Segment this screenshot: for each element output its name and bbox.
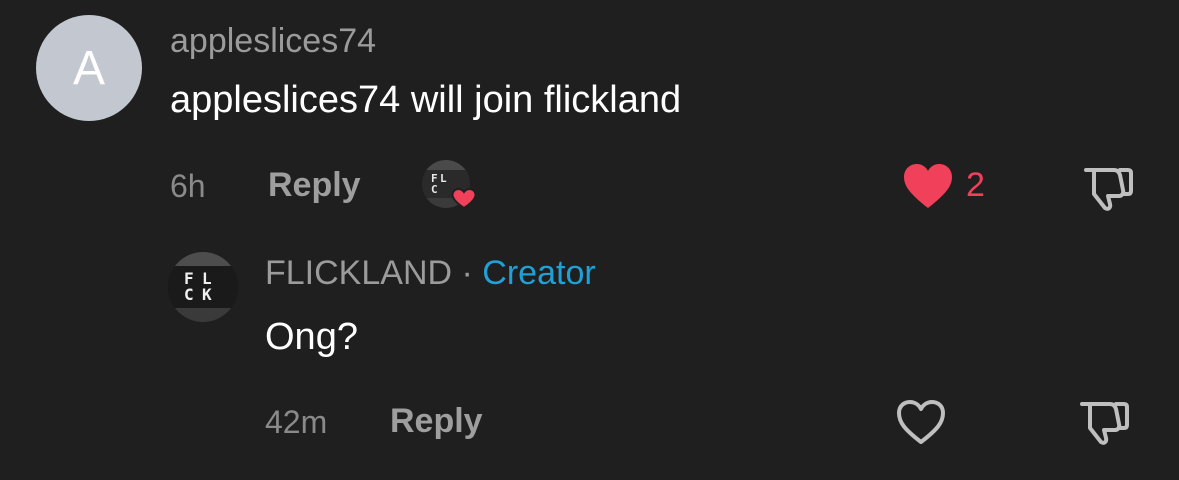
reply-username[interactable]: FLICKLAND xyxy=(265,254,452,292)
svg-text:C: C xyxy=(431,183,438,196)
reply-reply-button[interactable]: Reply xyxy=(390,402,483,441)
comment-timestamp: 6h xyxy=(170,168,206,204)
creator-badge: Creator xyxy=(482,254,596,292)
comment-like-count: 2 xyxy=(966,166,985,204)
heart-filled-icon xyxy=(904,164,952,208)
comment-username[interactable]: appleslices74 xyxy=(170,22,376,61)
commenter-avatar[interactable]: A xyxy=(36,15,142,121)
avatar-letter: A xyxy=(72,41,105,95)
creator-liked-indicator: F L C xyxy=(422,160,477,210)
comment-like-button[interactable] xyxy=(902,162,954,215)
reply-dislike-button[interactable] xyxy=(1076,398,1130,451)
reply-timestamp: 42m xyxy=(265,404,328,440)
thumbs-down-icon xyxy=(1080,402,1129,445)
svg-text:K: K xyxy=(202,285,212,304)
comment-reply-button[interactable]: Reply xyxy=(268,166,361,205)
creator-avatar[interactable]: F L C K xyxy=(168,252,238,322)
flck-logo-icon: F L C K xyxy=(168,252,238,322)
comment-dislike-button[interactable] xyxy=(1080,164,1134,217)
separator-dot: · xyxy=(461,254,473,292)
creator-liked-avatar-icon: F L C xyxy=(422,160,477,210)
heart-outline-icon xyxy=(897,400,945,444)
reply-username-line: FLICKLAND · Creator xyxy=(265,254,596,293)
reply-text: Ong? xyxy=(265,316,358,358)
comment-text: appleslices74 will join flickland xyxy=(170,79,682,121)
reply-like-button[interactable] xyxy=(895,398,947,451)
svg-text:L: L xyxy=(440,172,447,185)
thumbs-down-icon xyxy=(1084,168,1133,211)
svg-text:C: C xyxy=(184,285,194,304)
